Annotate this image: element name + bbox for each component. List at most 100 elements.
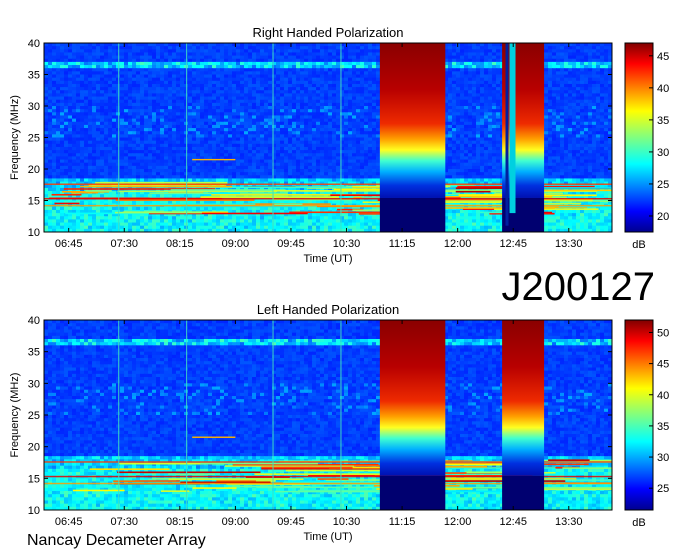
y-tick-label: 35 (28, 70, 40, 82)
y-axis-label: Frequency (MHz) (9, 95, 21, 180)
y-tick-label: 25 (28, 410, 40, 422)
emission-streak (211, 192, 240, 194)
emission-streak (288, 480, 345, 483)
x-tick-label: 07:30 (110, 516, 138, 528)
emission-streak (114, 211, 202, 214)
x-tick-label: 09:45 (277, 516, 305, 528)
panel-title: Right Handed Polarization (252, 25, 403, 40)
x-tick-label: 11:15 (389, 238, 416, 250)
y-tick-label: 30 (28, 378, 40, 390)
footer-label: Nancay Decameter Array (27, 532, 206, 549)
saturated-block (379, 43, 446, 198)
y-tick-label: 40 (28, 38, 40, 50)
emission-spike (192, 436, 236, 438)
colorbar-tick-label: 40 (657, 83, 669, 95)
emission-streak (175, 473, 215, 476)
x-tick-label: 12:00 (444, 516, 472, 528)
x-tick-label: 08:15 (166, 238, 194, 250)
saturated-block (502, 320, 545, 476)
colorbar (624, 42, 654, 233)
y-tick-label: 40 (28, 315, 40, 327)
colorbar-tick-label: 45 (657, 359, 669, 371)
x-tick-label: 07:30 (110, 238, 138, 250)
dropout-stripe (509, 43, 516, 214)
x-tick-label: 06:45 (55, 238, 83, 250)
x-tick-label: 10:30 (333, 238, 361, 250)
x-tick-label: 08:15 (166, 516, 194, 528)
emission-streak (51, 193, 82, 196)
colorbar-tick-label: 30 (657, 147, 669, 159)
emission-streak (54, 202, 80, 205)
x-axis-label: Time (UT) (303, 531, 352, 543)
x-tick-label: 06:45 (55, 516, 83, 528)
emission-streak (548, 459, 590, 461)
vertical-interference-line (340, 320, 342, 510)
emission-streak (115, 199, 255, 201)
x-axis-label: Time (UT) (303, 253, 352, 265)
x-tick-label: 13:30 (555, 238, 583, 250)
emission-streak (95, 181, 228, 184)
emission-streak (85, 190, 112, 192)
emission-streak (72, 489, 125, 492)
y-tick-label: 20 (28, 164, 40, 176)
spectrogram-panel: Right Handed Polarization 10 15 20 25 30 35 40 0… (9, 25, 669, 265)
block-shadow (379, 197, 446, 232)
x-tick-label: 09:00 (222, 238, 250, 250)
x-tick-label: 11:15 (389, 516, 416, 528)
colorbar-tick-label: 20 (657, 211, 669, 223)
vertical-interference-line (186, 43, 188, 232)
emission-streak (200, 462, 318, 465)
x-tick-label: 12:45 (499, 516, 527, 528)
spectrogram-panel: Left Handed Polarization 10 15 20 25 30 35 40 06… (9, 302, 669, 543)
spectrogram-image (44, 43, 612, 232)
emission-streak (89, 468, 170, 470)
colorbar-tick-label: 25 (657, 179, 669, 191)
y-tick-label: 30 (28, 101, 40, 113)
y-tick-label: 10 (28, 505, 40, 517)
vertical-interference-line (340, 43, 342, 232)
block-shadow (379, 475, 446, 510)
emission-streak (200, 196, 340, 198)
x-tick-label: 09:45 (277, 238, 305, 250)
y-tick-label: 35 (28, 347, 40, 359)
vertical-interference-line (272, 320, 274, 510)
emission-streak (261, 466, 353, 469)
dropout-gap (505, 43, 509, 226)
vertical-interference-line (118, 43, 120, 232)
x-tick-label: 09:00 (222, 516, 250, 528)
colorbar (624, 319, 654, 511)
emission-streak (113, 480, 140, 483)
emission-streak (232, 485, 311, 488)
y-tick-label: 10 (28, 227, 40, 239)
colorbar-tick-label: 40 (657, 390, 669, 402)
vertical-interference-line (272, 43, 274, 232)
y-axis-label: Frequency (MHz) (9, 373, 21, 458)
emission-streak (80, 185, 233, 188)
colorbar-label: dB (632, 239, 645, 251)
vertical-interference-line (118, 320, 120, 510)
colorbar-tick-label: 35 (657, 421, 669, 433)
spectrogram-figure: Right Handed Polarization 10 15 20 25 30 35 40 0… (9, 25, 669, 549)
identifier-label: J200127 (502, 265, 655, 309)
emission-spike (192, 158, 236, 161)
y-tick-label: 15 (28, 196, 40, 208)
emission-streak (71, 191, 99, 194)
colorbar-tick-label: 45 (657, 51, 669, 63)
colorbar-tick-label: 25 (657, 483, 669, 495)
x-tick-label: 10:30 (333, 516, 361, 528)
spectrogram-image (44, 320, 612, 510)
emission-streak (317, 478, 349, 480)
vertical-interference-line (186, 320, 188, 510)
emission-streak (455, 190, 491, 193)
panel-title: Left Handed Polarization (257, 302, 399, 317)
saturated-block (379, 320, 446, 476)
x-tick-label: 12:45 (499, 238, 527, 250)
colorbar-tick-label: 50 (657, 327, 669, 339)
y-tick-label: 15 (28, 473, 40, 485)
emission-streak (160, 490, 190, 492)
colorbar-tick-label: 30 (657, 452, 669, 464)
x-tick-label: 12:00 (444, 238, 472, 250)
emission-streak (117, 471, 261, 474)
emission-streak (192, 487, 237, 489)
colorbar-tick-label: 35 (657, 115, 669, 127)
